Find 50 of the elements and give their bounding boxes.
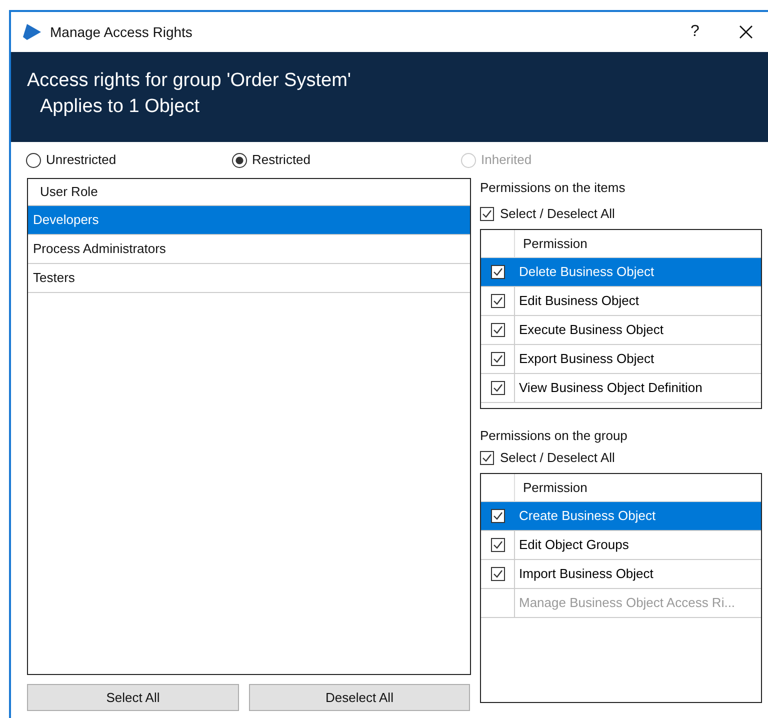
column-header: Permission [522, 234, 588, 253]
section-title: Permissions on the group [480, 427, 628, 445]
permission-row[interactable]: Edit Object Groups [481, 531, 761, 560]
permission-row[interactable]: Import Business Object [481, 560, 761, 589]
permission-row[interactable]: Delete Business Object [481, 258, 761, 287]
permission-name: Edit Business Object [518, 292, 639, 310]
help-button[interactable]: ? [680, 20, 710, 44]
permission-row[interactable]: Create Business Object [481, 502, 761, 531]
checkbox[interactable] [490, 567, 504, 581]
permission-name: Create Business Object [518, 507, 656, 526]
permission-name: View Business Object Definition [518, 379, 702, 398]
role-row[interactable]: Testers [28, 264, 470, 293]
select-all-checkbox[interactable]: Select / Deselect All [480, 446, 762, 470]
header-title: Access rights for group 'Order System' [27, 69, 352, 93]
permission-name: Edit Object Groups [518, 536, 629, 554]
role-row[interactable]: Developers [28, 206, 470, 235]
role-row[interactable]: Process Administrators [28, 235, 470, 264]
checkbox[interactable] [490, 509, 504, 523]
app-logo-icon [23, 24, 41, 40]
radio-label: Inherited [481, 151, 532, 170]
checkbox[interactable] [490, 294, 504, 308]
radio-button[interactable] [26, 152, 41, 168]
permission-row[interactable]: View Business Object Definition [481, 374, 761, 403]
list-button[interactable]: Select All [27, 684, 239, 711]
permission-name: Import Business Object [518, 565, 654, 584]
close-icon [739, 25, 753, 39]
checkbox[interactable] [490, 538, 504, 552]
column-header: Permission [522, 478, 588, 497]
checkbox[interactable] [490, 323, 504, 337]
permission-name: Delete Business Object [518, 263, 654, 282]
permission-name: Manage Business Object Access Ri... [518, 594, 736, 612]
checkbox[interactable] [480, 207, 494, 221]
permission-name: Execute Business Object [518, 321, 664, 340]
checkbox[interactable] [480, 451, 494, 465]
permission-row[interactable]: Execute Business Object [481, 316, 761, 345]
list-button[interactable]: Deselect All [249, 684, 470, 711]
permission-name: Export Business Object [518, 350, 654, 368]
checkbox[interactable] [490, 265, 504, 279]
radio-button[interactable] [232, 152, 247, 168]
header-subtitle: Applies to 1 Object [39, 95, 200, 119]
permission-row[interactable]: Export Business Object [481, 345, 761, 374]
radio-label: Unrestricted [46, 151, 116, 170]
checkbox[interactable] [490, 381, 504, 395]
radio-label: Restricted [252, 151, 311, 170]
checkbox[interactable] [490, 352, 504, 366]
permission-row[interactable]: Edit Business Object [481, 287, 761, 316]
column-header: User Role [40, 183, 98, 202]
section-title: Permissions on the items [480, 179, 626, 197]
window-title: Manage Access Rights [50, 22, 192, 42]
select-all-checkbox[interactable]: Select / Deselect All [480, 202, 762, 226]
